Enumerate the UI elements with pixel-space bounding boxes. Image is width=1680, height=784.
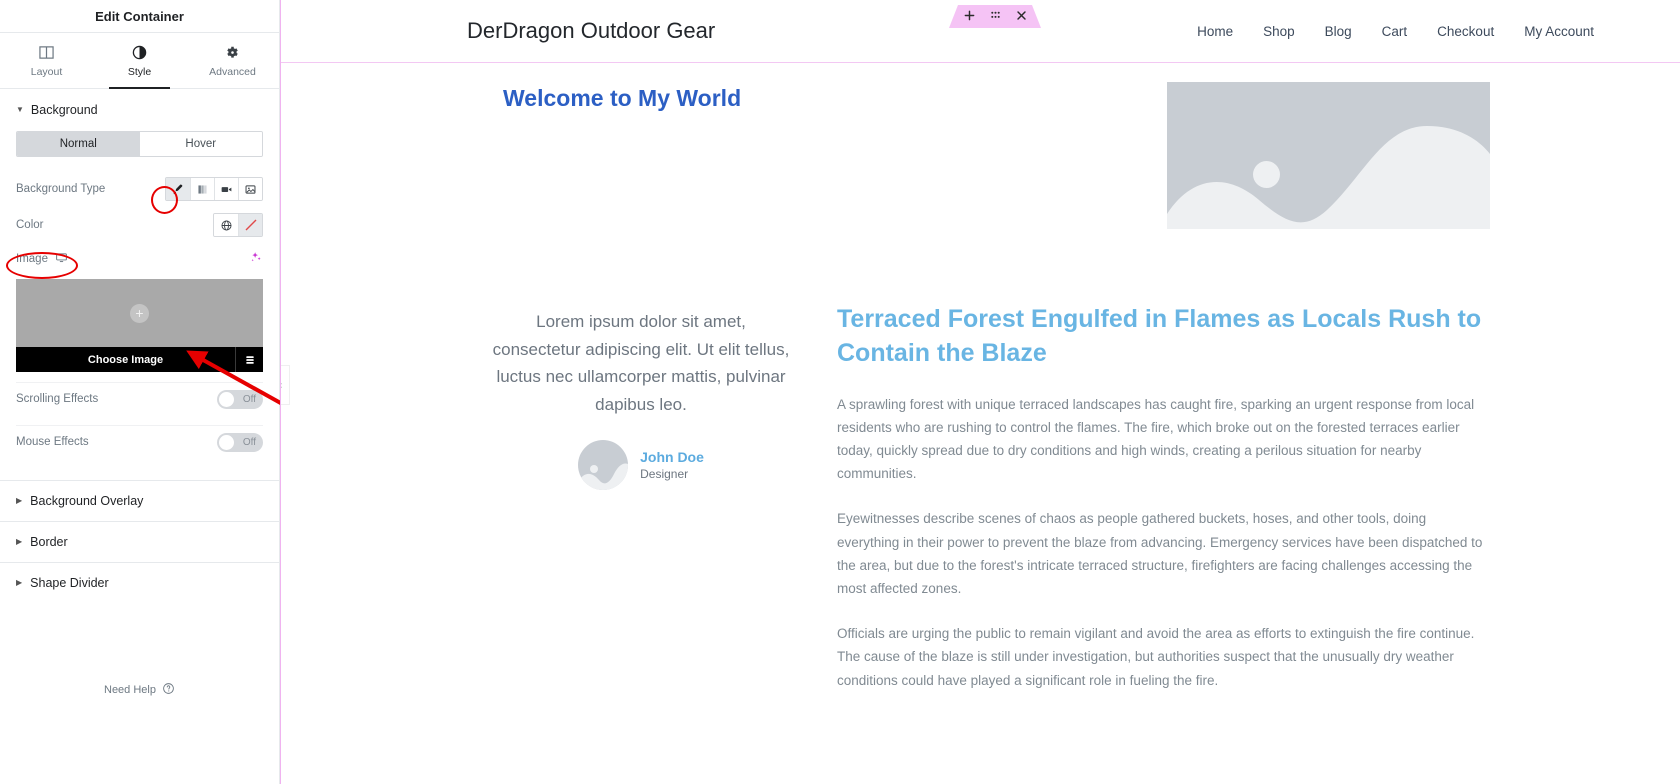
image-control: + Choose Image — [16, 279, 263, 372]
tab-layout[interactable]: Layout — [0, 33, 93, 88]
row-image: Image — [0, 243, 279, 275]
need-help-label: Need Help — [104, 684, 156, 696]
color-buttons — [213, 213, 263, 237]
article-paragraph: A sprawling forest with unique terraced … — [837, 396, 1475, 482]
section-background-overlay-label: Background Overlay — [30, 494, 144, 508]
article-block: Terraced Forest Engulfed in Flames as Lo… — [837, 303, 1489, 714]
caret-right-icon: ▶ — [16, 537, 23, 546]
panel-tabs: Layout Style Advanced — [0, 33, 279, 89]
need-help-link[interactable]: Need Help — [0, 682, 279, 698]
nav-item-home[interactable]: Home — [1197, 24, 1233, 39]
desktop-icon[interactable] — [55, 251, 68, 267]
placeholder-wave-icon — [1167, 126, 1490, 229]
media-library-icon[interactable] — [235, 347, 263, 372]
row-scrolling-effects: Scrolling Effects Off — [0, 383, 279, 415]
ai-sparkle-icon[interactable] — [249, 250, 263, 269]
article-paragraph: Officials are urging the public to remai… — [837, 626, 1475, 688]
nav-item-shop[interactable]: Shop — [1263, 24, 1295, 39]
half-circle-icon — [132, 44, 147, 61]
nav-item-checkout[interactable]: Checkout — [1437, 24, 1494, 39]
section-shape-divider[interactable]: ▶ Shape Divider — [0, 562, 279, 603]
mouse-effects-label: Mouse Effects — [16, 436, 89, 448]
avatar-placeholder-icon — [578, 463, 629, 491]
no-color-slash-icon[interactable] — [238, 214, 262, 236]
section-background-overlay[interactable]: ▶ Background Overlay — [0, 480, 279, 521]
question-circle-icon — [162, 682, 175, 698]
editor-panel: Edit Container Layout Style Advanced ▼ B… — [0, 0, 287, 784]
image-label-group: Image — [16, 251, 68, 267]
drag-handle-icon[interactable] — [990, 10, 1001, 24]
nav-item-cart[interactable]: Cart — [1382, 24, 1408, 39]
layout-columns-icon — [39, 44, 54, 61]
panel-title: Edit Container — [0, 0, 279, 33]
container-edit-toolbar — [949, 5, 1041, 28]
testimonial-author-info: John Doe Designer — [640, 448, 704, 483]
classic-brush-icon[interactable] — [166, 178, 190, 200]
caret-down-icon: ▼ — [16, 105, 24, 114]
testimonial-author-role: Designer — [640, 467, 689, 482]
tab-advanced-label: Advanced — [209, 65, 256, 78]
section-border[interactable]: ▶ Border — [0, 521, 279, 562]
section-shape-divider-label: Shape Divider — [30, 576, 109, 590]
section-background[interactable]: ▼ Background — [0, 89, 279, 129]
close-icon[interactable] — [1016, 10, 1027, 24]
choose-image-button[interactable]: Choose Image — [16, 354, 235, 366]
slideshow-icon[interactable] — [238, 178, 262, 200]
testimonial-author-name: John Doe — [640, 448, 704, 465]
avatar — [578, 440, 629, 491]
image-actions: Choose Image — [16, 347, 263, 372]
scrolling-effects-toggle[interactable]: Off — [217, 389, 263, 409]
plus-icon: + — [130, 303, 149, 323]
normal-hover-switcher: Normal Hover — [16, 131, 263, 157]
caret-right-icon: ▶ — [16, 496, 23, 505]
row-background-type: Background Type — [0, 171, 279, 207]
article-title: Terraced Forest Engulfed in Flames as Lo… — [837, 305, 1482, 367]
section-border-label: Border — [30, 535, 68, 549]
testimonial-block: Lorem ipsum dolor sit amet, consectetur … — [491, 308, 791, 491]
scrolling-effects-label: Scrolling Effects — [16, 393, 99, 405]
add-element-icon[interactable] — [964, 10, 975, 24]
nav-item-blog[interactable]: Blog — [1325, 24, 1352, 39]
video-icon[interactable] — [214, 178, 238, 200]
row-mouse-effects: Mouse Effects Off — [0, 426, 279, 458]
site-nav: Home Shop Blog Cart Checkout My Account — [1197, 24, 1594, 39]
section-background-label: Background — [30, 103, 98, 117]
site-brand: DerDragon Outdoor Gear — [467, 18, 716, 43]
image-label: Image — [16, 253, 48, 265]
background-type-buttons — [165, 177, 263, 201]
nav-item-my-account[interactable]: My Account — [1524, 24, 1594, 39]
color-label: Color — [16, 219, 44, 231]
panel-collapse-handle[interactable]: ‹ — [281, 365, 290, 405]
article-paragraph: Eyewitnesses describe scenes of chaos as… — [837, 511, 1483, 597]
background-type-label: Background Type — [16, 183, 106, 195]
caret-right-icon: ▶ — [16, 578, 23, 587]
hero-image-placeholder[interactable] — [1167, 82, 1490, 229]
page-title: Welcome to My World — [503, 85, 742, 111]
gear-icon — [225, 44, 240, 61]
scrolling-effects-value: Off — [242, 393, 256, 405]
state-tab-hover[interactable]: Hover — [139, 132, 262, 156]
placeholder-sun-icon — [1253, 161, 1280, 188]
toggle-knob — [219, 391, 234, 407]
row-color: Color — [0, 207, 279, 243]
testimonial-quote: Lorem ipsum dolor sit amet, consectetur … — [492, 312, 790, 414]
state-tab-normal[interactable]: Normal — [17, 132, 140, 156]
testimonial-author: John Doe Designer — [491, 440, 791, 491]
toggle-knob — [219, 434, 234, 450]
globe-icon[interactable] — [214, 214, 238, 236]
mouse-effects-toggle[interactable]: Off — [217, 432, 263, 452]
tab-layout-label: Layout — [30, 65, 63, 78]
mouse-effects-value: Off — [242, 436, 256, 448]
tab-advanced[interactable]: Advanced — [186, 33, 279, 88]
preview-canvas: ‹ DerDragon Outdoor Gear Home Shop Blog … — [280, 0, 1680, 784]
image-preview[interactable]: + — [16, 279, 263, 347]
tab-style[interactable]: Style — [93, 33, 186, 89]
tab-style-label: Style — [127, 65, 152, 78]
chevron-left-icon: ‹ — [281, 380, 282, 391]
elementor-editor: Edit Container Layout Style Advanced ▼ B… — [0, 0, 1680, 784]
gradient-icon[interactable] — [190, 178, 214, 200]
